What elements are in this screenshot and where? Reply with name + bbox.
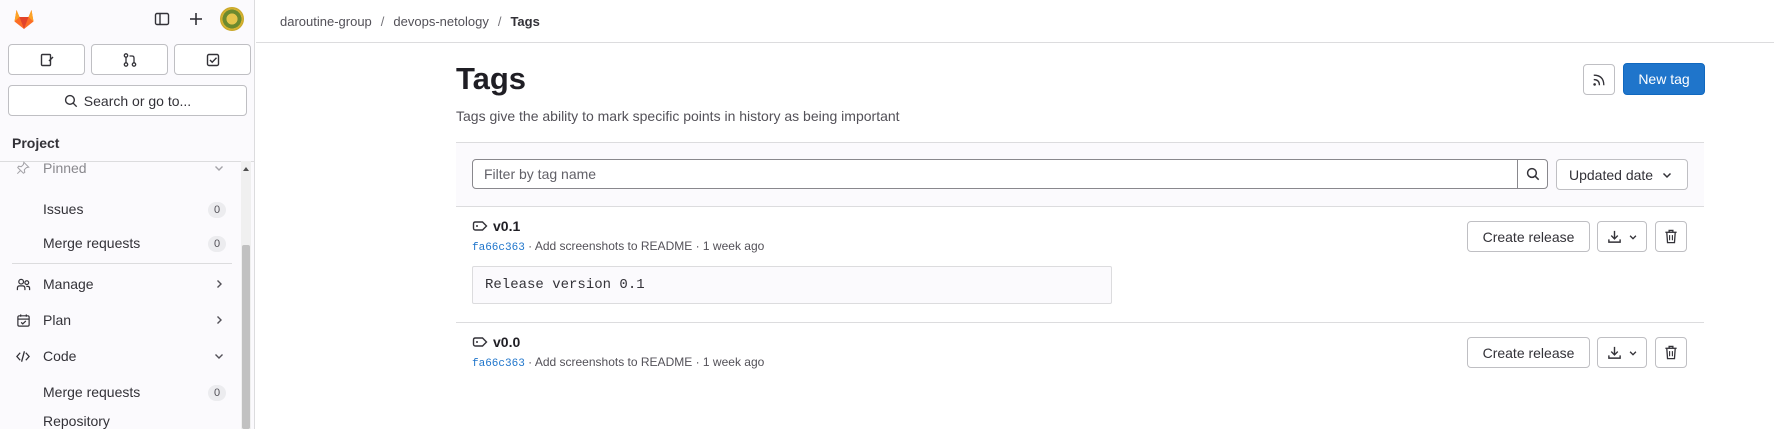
sidebar: Search or go to... Project Pinned Issues… — [0, 0, 255, 429]
gitlab-logo-icon[interactable] — [12, 7, 36, 31]
filter-bar: Updated date — [456, 142, 1704, 207]
create-release-button[interactable]: Create release — [1467, 337, 1590, 368]
tag-message: Release version 0.1 — [472, 266, 1112, 304]
chevron-down-icon — [1629, 350, 1636, 356]
breadcrumb-project-link[interactable]: devops-netology — [393, 14, 488, 29]
count-badge: 0 — [208, 236, 226, 252]
search-icon — [1526, 167, 1539, 181]
commit-sha-link[interactable]: fa66c363 — [472, 242, 525, 254]
sidebar-item-label: Merge requests — [43, 235, 141, 251]
planning-icon — [15, 312, 31, 328]
breadcrumb-separator: / — [380, 13, 385, 29]
thumbtack-icon — [15, 160, 31, 176]
sidebar-item-code[interactable]: Code — [0, 341, 232, 371]
issues-counter-button[interactable] — [8, 44, 85, 75]
merge-requests-counter-button[interactable] — [91, 44, 168, 75]
avatar[interactable] — [220, 7, 244, 31]
chevron-down-icon — [212, 349, 226, 363]
page-title: Tags — [456, 61, 527, 96]
delete-tag-button[interactable] — [1655, 337, 1687, 368]
download-dropdown[interactable] — [1597, 337, 1647, 368]
tag-name[interactable]: v0.0 — [493, 334, 520, 350]
tag-name[interactable]: v0.1 — [493, 218, 520, 234]
code-icon — [15, 348, 31, 364]
sidebar-scrollbar[interactable] — [241, 161, 251, 429]
count-badge: 0 — [208, 202, 226, 218]
merge-request-icon — [123, 52, 136, 67]
todo-counter-button[interactable] — [174, 44, 251, 75]
sidebar-section-title: Project — [12, 135, 60, 151]
chevron-right-icon — [212, 313, 226, 327]
tag-title: v0.0 — [472, 334, 520, 350]
tag-title: v0.1 — [472, 218, 520, 234]
search-label: Search or go to... — [83, 92, 192, 109]
sidebar-item-label: Repository — [43, 413, 110, 429]
tag-row: v0.0 fa66c363 · Add screenshots to READM… — [456, 323, 1704, 388]
sidebar-item-label: Merge requests — [43, 384, 141, 400]
trash-icon — [1665, 345, 1677, 360]
download-icon — [1607, 230, 1621, 243]
commit-sha-link[interactable]: fa66c363 — [472, 358, 525, 370]
users-icon — [15, 276, 31, 292]
new-tag-button[interactable]: New tag — [1623, 63, 1705, 95]
sidebar-item-plan[interactable]: Plan — [0, 305, 232, 335]
tag-filter-input[interactable] — [472, 159, 1518, 189]
breadcrumb-current[interactable]: Tags — [510, 14, 539, 29]
breadcrumb-group-link[interactable]: daroutine-group — [280, 14, 372, 29]
sidebar-item-repository[interactable]: Repository — [0, 406, 232, 429]
sidebar-item-label: Pinned — [43, 160, 87, 176]
search-icon — [64, 94, 77, 107]
filter-search-button[interactable] — [1517, 159, 1548, 189]
search-button[interactable]: Search or go to... — [8, 85, 247, 116]
issues-icon — [40, 53, 53, 66]
tag-icon — [472, 221, 488, 231]
sidebar-item-label: Code — [43, 348, 77, 364]
commit-message-link[interactable]: Add screenshots to README — [535, 239, 692, 253]
rss-icon — [1593, 74, 1605, 86]
tag-row: v0.1 fa66c363 · Add screenshots to READM… — [456, 207, 1704, 323]
meta-separator: · — [695, 355, 703, 369]
meta-separator: · — [528, 239, 535, 253]
sidebar-item-label: Manage — [43, 276, 94, 292]
count-badge: 0 — [208, 385, 226, 401]
meta-separator: · — [695, 239, 703, 253]
rss-button[interactable] — [1583, 64, 1615, 95]
commit-message-link[interactable]: Add screenshots to README — [535, 355, 692, 369]
tag-commit-meta: fa66c363 · Add screenshots to README · 1… — [472, 239, 764, 254]
sidebar-item-merge-requests[interactable]: Merge requests 0 — [0, 228, 232, 258]
toggle-sidebar-icon[interactable] — [151, 8, 173, 30]
sidebar-item-pinned[interactable]: Pinned — [0, 153, 232, 183]
scrollbar-thumb[interactable] — [242, 245, 250, 429]
todo-icon — [206, 53, 219, 66]
tag-commit-meta: fa66c363 · Add screenshots to README · 1… — [472, 355, 764, 370]
sidebar-item-label: Issues — [43, 201, 84, 217]
commit-time: 1 week ago — [702, 355, 765, 369]
chevron-down-icon — [1629, 234, 1636, 240]
tag-icon — [472, 337, 488, 347]
chevron-down-icon — [1663, 172, 1672, 178]
sidebar-item-label: Plan — [43, 312, 72, 328]
sort-label: Updated date — [1569, 166, 1654, 183]
sidebar-counters — [8, 44, 251, 75]
sidebar-item-code-merge-requests[interactable]: Merge requests 0 — [0, 377, 232, 407]
download-icon — [1607, 346, 1621, 359]
chevron-right-icon — [212, 277, 226, 291]
breadcrumb-separator: / — [497, 13, 502, 29]
scroll-up-arrow-icon[interactable] — [243, 167, 249, 171]
trash-icon — [1665, 229, 1677, 244]
commit-time: 1 week ago — [702, 239, 765, 253]
chevron-down-icon — [212, 161, 226, 175]
divider — [12, 263, 232, 264]
create-release-button[interactable]: Create release — [1467, 221, 1590, 252]
create-new-icon[interactable] — [185, 8, 207, 30]
download-dropdown[interactable] — [1597, 221, 1647, 252]
sidebar-item-manage[interactable]: Manage — [0, 269, 232, 299]
page-description: Tags give the ability to mark specific p… — [456, 108, 900, 124]
meta-separator: · — [528, 355, 535, 369]
sidebar-header — [0, 0, 254, 38]
breadcrumb: daroutine-group / devops-netology / Tags — [256, 0, 1774, 43]
delete-tag-button[interactable] — [1655, 221, 1687, 252]
sort-dropdown[interactable]: Updated date — [1556, 159, 1688, 190]
sidebar-item-issues[interactable]: Issues 0 — [0, 194, 232, 224]
